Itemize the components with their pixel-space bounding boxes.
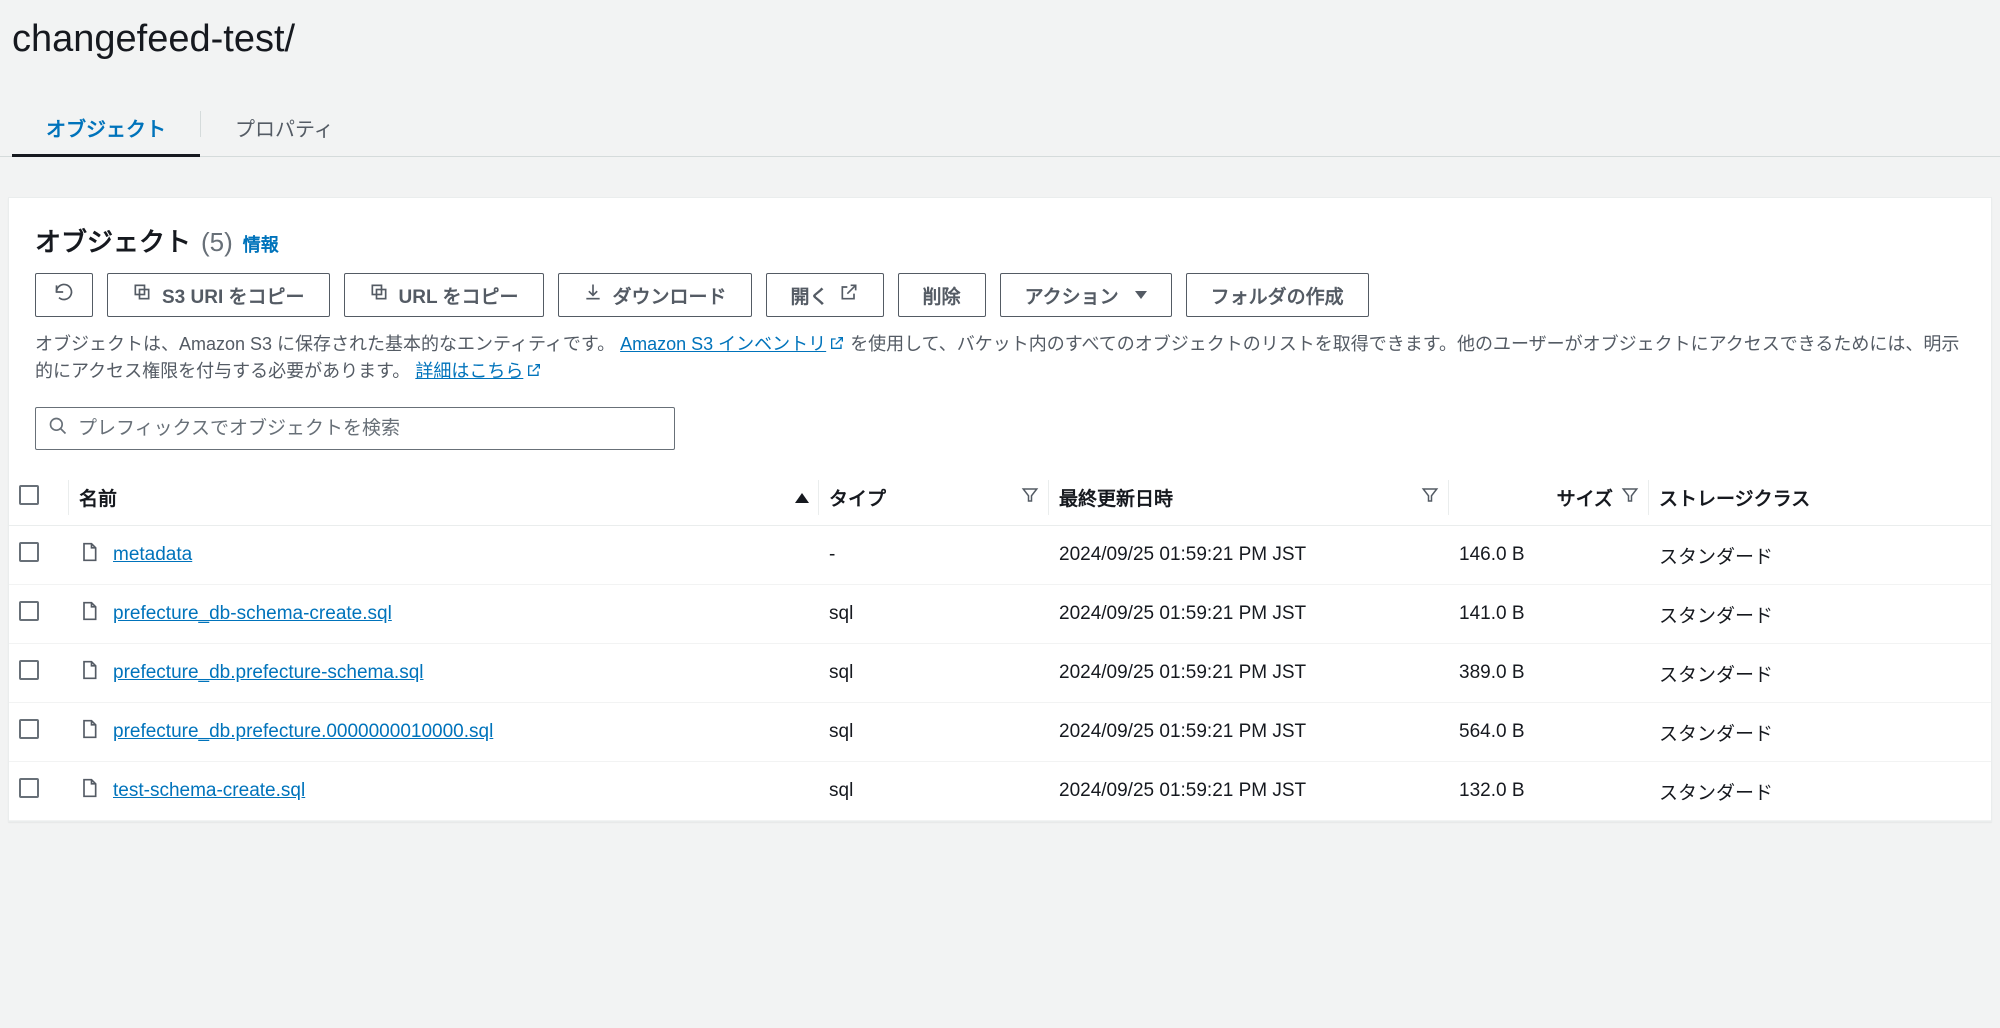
cell-size: 146.0 B xyxy=(1449,526,1649,585)
cell-storage-class: スタンダード xyxy=(1649,526,1991,585)
column-header-last-modified[interactable]: 最終更新日時 xyxy=(1049,470,1449,526)
cell-last-modified: 2024/09/25 01:59:21 PM JST xyxy=(1049,703,1449,762)
download-icon xyxy=(583,282,603,308)
page-title: changefeed-test/ xyxy=(12,18,1988,61)
external-link-icon xyxy=(526,359,542,375)
copy-url-button[interactable]: URL をコピー xyxy=(344,273,544,317)
cell-last-modified: 2024/09/25 01:59:21 PM JST xyxy=(1049,585,1449,644)
external-link-icon xyxy=(839,282,859,308)
file-icon xyxy=(79,717,99,747)
column-label: タイプ xyxy=(829,484,886,511)
refresh-icon xyxy=(54,282,74,308)
learn-more-link[interactable]: 詳細はこちら xyxy=(415,361,542,381)
cell-storage-class: スタンダード xyxy=(1649,762,1991,821)
panel-count: (5) xyxy=(201,227,233,258)
search-input[interactable] xyxy=(78,418,662,440)
cell-type: sql xyxy=(819,703,1049,762)
object-link[interactable]: prefecture_db-schema-create.sql xyxy=(113,603,392,625)
open-button[interactable]: 開く xyxy=(766,273,884,317)
cell-size: 389.0 B xyxy=(1449,644,1649,703)
copy-icon xyxy=(132,282,152,308)
filter-icon xyxy=(1421,486,1439,510)
select-all-checkbox[interactable] xyxy=(19,485,39,505)
cell-last-modified: 2024/09/25 01:59:21 PM JST xyxy=(1049,644,1449,703)
delete-label: 削除 xyxy=(923,282,961,309)
cell-type: sql xyxy=(819,762,1049,821)
create-folder-button[interactable]: フォルダの作成 xyxy=(1186,273,1369,317)
copy-s3-uri-button[interactable]: S3 URI をコピー xyxy=(107,273,330,317)
cell-size: 132.0 B xyxy=(1449,762,1649,821)
row-checkbox[interactable] xyxy=(19,719,39,739)
object-link[interactable]: prefecture_db.prefecture.0000000010000.s… xyxy=(113,721,493,743)
inventory-link[interactable]: Amazon S3 インベントリ xyxy=(620,334,845,354)
cell-last-modified: 2024/09/25 01:59:21 PM JST xyxy=(1049,526,1449,585)
table-row: test-schema-create.sql sql 2024/09/25 01… xyxy=(9,762,1991,821)
row-checkbox[interactable] xyxy=(19,601,39,621)
external-link-icon xyxy=(829,332,845,348)
copy-s3-uri-label: S3 URI をコピー xyxy=(162,282,305,309)
column-label: 最終更新日時 xyxy=(1059,484,1173,511)
open-label: 開く xyxy=(791,282,829,309)
search-icon xyxy=(48,416,68,441)
panel-title: オブジェクト xyxy=(35,222,191,259)
row-checkbox[interactable] xyxy=(19,778,39,798)
tab-properties[interactable]: プロパティ xyxy=(201,99,368,156)
tab-objects[interactable]: オブジェクト xyxy=(12,99,200,156)
download-label: ダウンロード xyxy=(613,282,727,309)
table-row: metadata - 2024/09/25 01:59:21 PM JST 14… xyxy=(9,526,1991,585)
object-link[interactable]: prefecture_db.prefecture-schema.sql xyxy=(113,662,424,684)
cell-size: 141.0 B xyxy=(1449,585,1649,644)
column-header-name[interactable]: 名前 xyxy=(69,470,819,526)
search-box[interactable] xyxy=(35,407,675,450)
file-icon xyxy=(79,540,99,570)
filter-icon xyxy=(1621,486,1639,510)
file-icon xyxy=(79,658,99,688)
toolbar: S3 URI をコピー URL をコピー ダウンロード 開く 削除 アクション xyxy=(35,273,1965,317)
column-label: サイズ xyxy=(1557,484,1613,511)
row-checkbox[interactable] xyxy=(19,542,39,562)
cell-storage-class: スタンダード xyxy=(1649,644,1991,703)
actions-label: アクション xyxy=(1025,282,1119,309)
table-row: prefecture_db.prefecture.0000000010000.s… xyxy=(9,703,1991,762)
file-icon xyxy=(79,599,99,629)
cell-type: - xyxy=(819,526,1049,585)
cell-type: sql xyxy=(819,585,1049,644)
copy-icon xyxy=(369,282,389,308)
create-folder-label: フォルダの作成 xyxy=(1211,282,1344,309)
object-link[interactable]: test-schema-create.sql xyxy=(113,780,305,802)
cell-type: sql xyxy=(819,644,1049,703)
object-link[interactable]: metadata xyxy=(113,544,192,566)
column-header-type[interactable]: タイプ xyxy=(819,470,1049,526)
column-header-size[interactable]: サイズ xyxy=(1449,470,1649,526)
objects-table: 名前 タイプ 最終更新日時 サイズ ストレージクラス xyxy=(9,470,1991,821)
column-label: ストレージクラス xyxy=(1659,484,1810,511)
cell-last-modified: 2024/09/25 01:59:21 PM JST xyxy=(1049,762,1449,821)
row-checkbox[interactable] xyxy=(19,660,39,680)
cell-storage-class: スタンダード xyxy=(1649,703,1991,762)
cell-storage-class: スタンダード xyxy=(1649,585,1991,644)
refresh-button[interactable] xyxy=(35,273,93,317)
column-header-storage-class[interactable]: ストレージクラス xyxy=(1649,470,1991,526)
panel-description: オブジェクトは、Amazon S3 に保存された基本的なエンティティです。 Am… xyxy=(35,331,1965,385)
column-label: 名前 xyxy=(79,484,117,511)
delete-button[interactable]: 削除 xyxy=(898,273,986,317)
file-icon xyxy=(79,776,99,806)
download-button[interactable]: ダウンロード xyxy=(558,273,752,317)
description-part1: オブジェクトは、Amazon S3 に保存された基本的なエンティティです。 xyxy=(35,334,615,354)
copy-url-label: URL をコピー xyxy=(399,282,519,309)
cell-size: 564.0 B xyxy=(1449,703,1649,762)
sort-asc-icon xyxy=(795,493,809,503)
caret-down-icon xyxy=(1135,291,1147,299)
objects-panel: オブジェクト (5) 情報 S3 URI をコピー URL をコピー ダウンロー… xyxy=(8,197,1992,822)
filter-icon xyxy=(1021,486,1039,510)
tab-bar: オブジェクト プロパティ xyxy=(0,99,2000,157)
actions-button[interactable]: アクション xyxy=(1000,273,1172,317)
info-link[interactable]: 情報 xyxy=(243,231,279,257)
table-row: prefecture_db-schema-create.sql sql 2024… xyxy=(9,585,1991,644)
table-row: prefecture_db.prefecture-schema.sql sql … xyxy=(9,644,1991,703)
